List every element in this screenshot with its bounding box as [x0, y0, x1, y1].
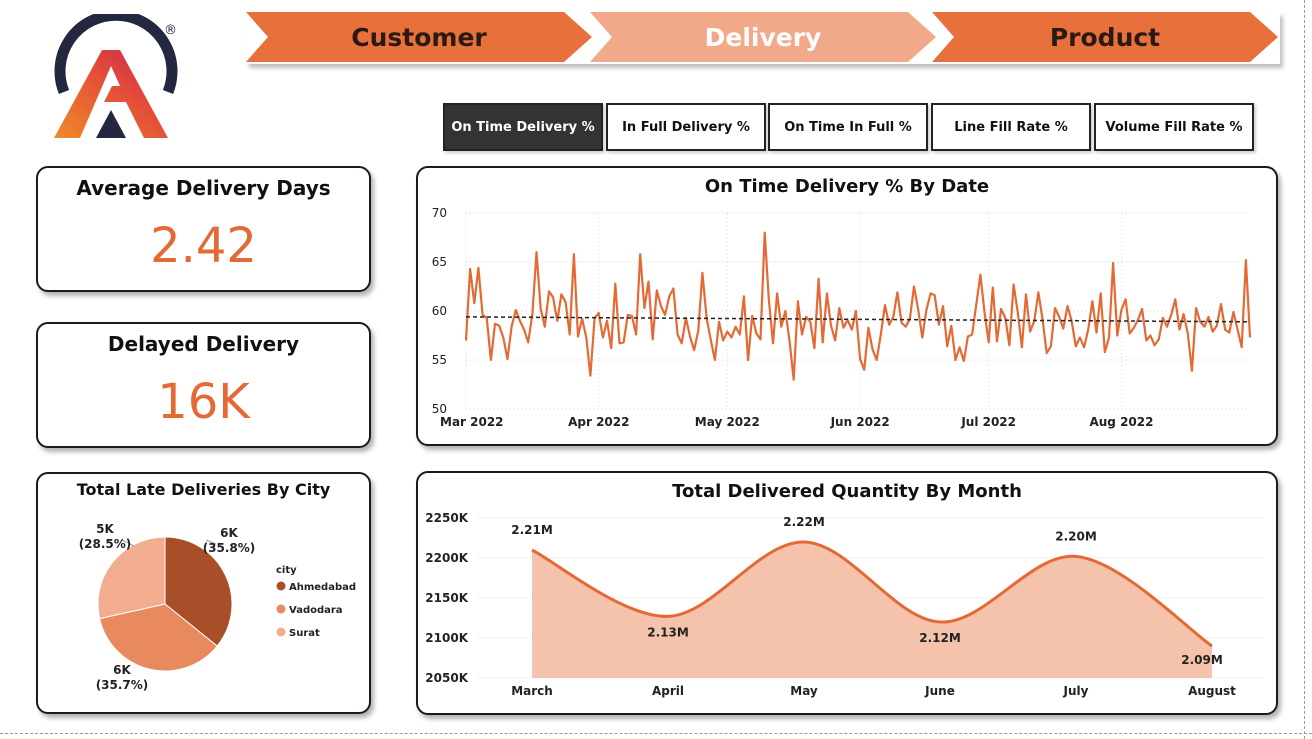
late-deliveries-pie-chart: 6K(35.8%)6K(35.7%)5K(28.5%)cityAhmedabad… [79, 522, 356, 692]
x-tick-label: Aug 2022 [1089, 415, 1153, 429]
x-tick-label: May [790, 684, 818, 698]
x-tick-label: March [511, 684, 553, 698]
data-label: 2.13M [647, 625, 689, 639]
x-tick-label: April [652, 684, 684, 698]
x-tick-label: Mar 2022 [440, 415, 504, 429]
x-tick-label: July [1063, 684, 1089, 698]
on-time-delivery-button[interactable]: On Time Delivery % [443, 103, 603, 151]
page-border-right [1304, 0, 1305, 739]
y-tick-label: 65 [432, 255, 447, 269]
company-logo: ® [54, 14, 178, 138]
kpi-title: Average Delivery Days [76, 176, 331, 200]
data-label: 2.22M [783, 515, 825, 529]
slice-value-label: 6K [220, 526, 238, 540]
page-border-bottom [0, 733, 1312, 734]
nav-tab-product[interactable]: Product [932, 12, 1278, 62]
y-tick-label: 2250K [425, 511, 468, 525]
x-tick-label: May 2022 [695, 415, 760, 429]
on-time-delivery-chart-card: On Time Delivery % By Date 70 65 60 55 50 Mar… [416, 166, 1278, 446]
button-label: Volume Fill Rate % [1105, 119, 1243, 135]
x-tick-label: Apr 2022 [568, 415, 629, 429]
x-tick-label: June [924, 684, 955, 698]
delivered-quantity-area-chart: 2250K 2200K 2150K 2100K 2050K March 2.21M April… [425, 511, 1266, 698]
button-label: In Full Delivery % [622, 119, 750, 135]
data-label: 2.20M [1055, 529, 1097, 543]
legend-marker [276, 604, 286, 614]
slice-percent-label: (35.8%) [203, 541, 256, 555]
legend-item-label: Surat [289, 628, 320, 639]
button-label: On Time Delivery % [451, 119, 595, 135]
kpi-title: Delayed Delivery [107, 332, 300, 356]
registered-mark: ® [164, 23, 177, 38]
y-tick-label: 60 [432, 304, 447, 318]
series-line [464, 231, 1252, 381]
kpi-value: 16K [157, 374, 250, 430]
data-label: 2.21M [511, 523, 553, 537]
legend-marker [276, 581, 286, 591]
nav-tab-label: Customer [351, 22, 487, 52]
legend-item-label: Ahmedabad [289, 582, 356, 593]
kpi-card-average-delivery-days: Average Delivery Days 2.42 [36, 166, 371, 292]
nav-tab-customer[interactable]: Customer [246, 12, 592, 62]
legend-marker [276, 627, 286, 637]
y-tick-label: 50 [432, 402, 447, 416]
x-tick-label: Jul 2022 [960, 415, 1016, 429]
legend-title: city [276, 565, 297, 576]
on-time-delivery-line-chart: 70 65 60 55 50Mar 2022 Apr 2022 May 2022 Jun 20… [432, 206, 1252, 429]
in-full-delivery-button[interactable]: In Full Delivery % [606, 103, 766, 151]
button-label: Line Fill Rate % [954, 119, 1068, 135]
kpi-card-delayed-delivery: Delayed Delivery 16K [36, 322, 371, 448]
logo-inner-triangle [96, 110, 126, 138]
x-tick-label: August [1188, 684, 1236, 698]
data-label: 2.09M [1181, 653, 1223, 667]
y-tick-label: 2050K [425, 671, 468, 685]
page-navigation: Customer Delivery Product [246, 12, 1280, 64]
y-tick-label: 2150K [425, 591, 468, 605]
volume-fill-rate-button[interactable]: Volume Fill Rate % [1094, 103, 1254, 151]
legend-item-label: Vadodara [289, 605, 343, 616]
nav-tab-label: Product [1049, 22, 1161, 52]
nav-tab-delivery[interactable]: Delivery [590, 12, 936, 62]
x-tick-label: Jun 2022 [830, 415, 890, 429]
slice-value-label: 5K [96, 522, 114, 536]
y-tick-label: 2200K [425, 551, 468, 565]
on-time-in-full-button[interactable]: On Time In Full % [768, 103, 928, 151]
line-fill-rate-button[interactable]: Line Fill Rate % [931, 103, 1091, 151]
nav-tab-label: Delivery [704, 22, 822, 52]
kpi-value: 2.42 [150, 218, 257, 274]
slice-percent-label: (35.7%) [96, 678, 149, 692]
y-tick-label: 70 [432, 206, 447, 220]
y-tick-label: 55 [432, 353, 447, 367]
y-tick-label: 2100K [425, 631, 468, 645]
delivered-quantity-chart-card: Total Delivered Quantity By Month 2250K 2… [416, 471, 1278, 715]
slice-percent-label: (28.5%) [79, 537, 132, 551]
late-deliveries-pie-card: Total Late Deliveries By City 6K (35.8%) 6… [36, 472, 371, 714]
data-label: 2.12M [919, 631, 961, 645]
button-label: On Time In Full % [784, 119, 912, 135]
slice-value-label: 6K [113, 663, 131, 677]
